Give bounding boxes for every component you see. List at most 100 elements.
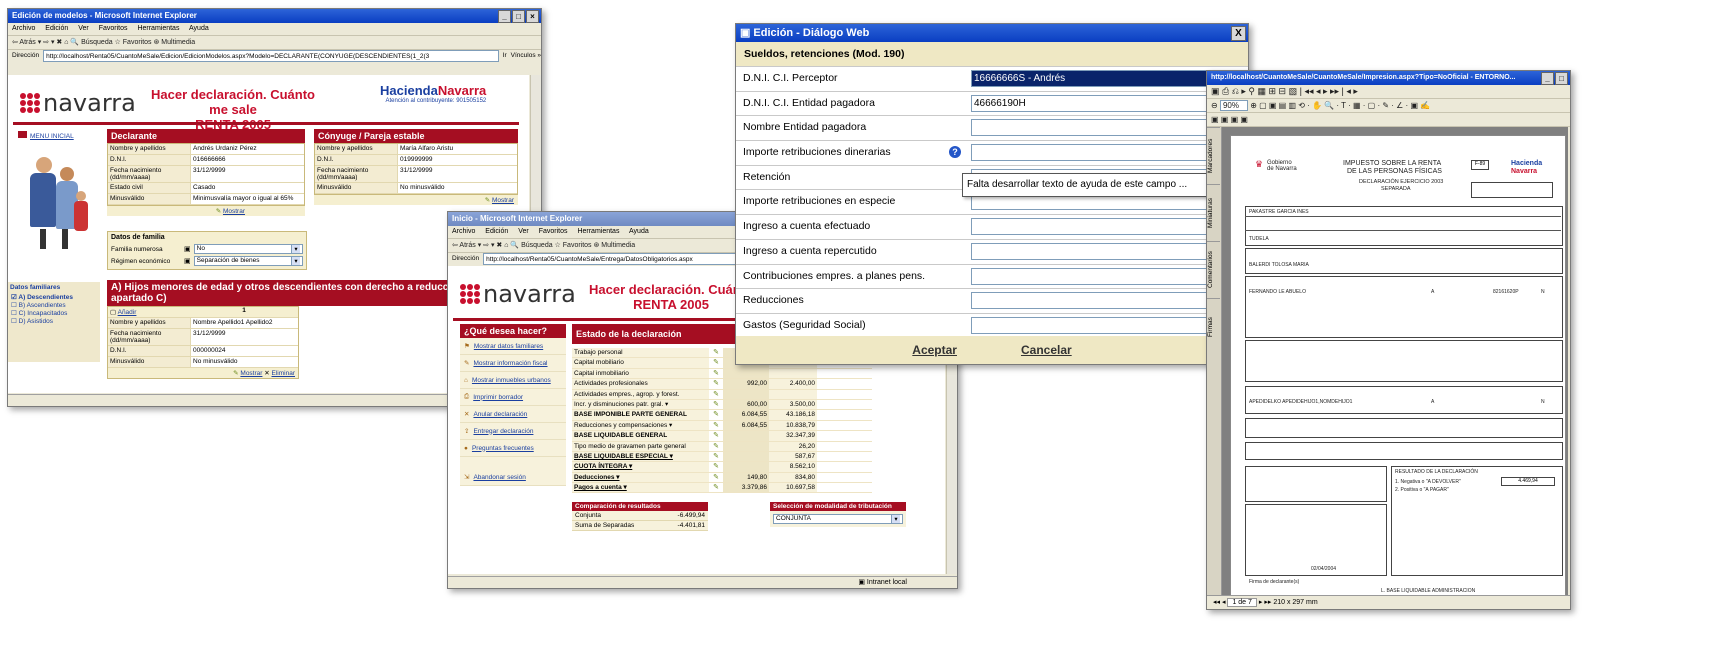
pdf-toolbar-3[interactable]: ▣ ▣ ▣ ▣: [1207, 113, 1570, 127]
table-row: Estado civil Casado: [108, 183, 304, 194]
hijos-eliminar[interactable]: ✕ Eliminar: [264, 370, 295, 377]
menu-inicial-link[interactable]: MENU INICIAL: [18, 131, 74, 140]
row-label: D.N.I.: [108, 155, 191, 165]
side-tab[interactable]: Comentarios: [1207, 241, 1220, 298]
last-page-button[interactable]: ▸▸: [1264, 599, 1271, 606]
dialog-section-header: Sueldos, retenciones (Mod. 190): [736, 42, 1248, 67]
close-button[interactable]: ×: [526, 10, 539, 23]
menu-favoritos[interactable]: Favoritos: [99, 25, 128, 32]
pencil-icon[interactable]: ✎: [709, 483, 723, 492]
help-icon[interactable]: ?: [949, 146, 961, 159]
declarante-mostrar[interactable]: ✎ Mostrar: [107, 206, 305, 216]
close-button[interactable]: X: [1231, 26, 1246, 41]
nav-incapacitados[interactable]: ☐ C) Incapacitados: [8, 309, 100, 317]
field-label: Contribuciones empres. a planes pens.: [736, 264, 967, 289]
side-tab[interactable]: Miniaturas: [1207, 184, 1220, 241]
cancel-button[interactable]: Cancelar: [1021, 343, 1072, 357]
action-item[interactable]: ✎ Mostrar información fiscal: [460, 355, 566, 372]
chevron-down-icon: ▾: [291, 257, 300, 265]
menu-ayuda[interactable]: Ayuda: [629, 228, 649, 235]
table-row: Nombre y apellidos María Alfaro Aristu: [315, 144, 517, 155]
go-button[interactable]: Ir: [503, 50, 507, 62]
action-item[interactable]: ⚑ Mostrar datos familiares: [460, 338, 566, 355]
zoom-in-icon[interactable]: ⊕: [1250, 101, 1257, 110]
anadir-link[interactable]: ▢ Añadir: [108, 307, 190, 317]
modalidad-select[interactable]: CONJUNTA ▾: [773, 514, 903, 524]
zoom-input[interactable]: 90%: [1219, 100, 1248, 111]
navarra-logo: navarra: [20, 89, 136, 117]
menu-edicion[interactable]: Edición: [485, 228, 508, 235]
regimen-economico-select[interactable]: Separación de bienes ▾: [193, 256, 303, 266]
page-indicator[interactable]: 1 de 7: [1227, 598, 1257, 607]
estado-value-a: 3.379,86: [723, 483, 769, 493]
estado-label: Trabajo personal: [572, 348, 709, 358]
estado-value-a: [723, 451, 769, 462]
pencil-icon[interactable]: ✎: [709, 442, 723, 451]
browser-toolbar[interactable]: ⇦ Atrás ▾ ⇨ ▾ ✖ ⌂ 🔍 Búsqueda ☆ Favoritos…: [8, 36, 541, 50]
menu-archivo[interactable]: Archivo: [12, 25, 35, 32]
menu-edicion[interactable]: Edición: [45, 25, 68, 32]
window-title: http://localhost/CuantoMeSale/CuantoMeSa…: [1211, 74, 1516, 81]
familia-numerosa-select[interactable]: No ▾: [193, 244, 303, 254]
maximize-button[interactable]: □: [512, 10, 525, 23]
pencil-icon[interactable]: ✎: [709, 390, 723, 399]
address-bar: Dirección http://localhost/Renta05/Cuant…: [8, 50, 541, 62]
menu-herramientas[interactable]: Herramientas: [577, 228, 619, 235]
conyuge-mostrar[interactable]: ✎ Mostrar: [314, 195, 518, 205]
menu-favoritos[interactable]: Favoritos: [539, 228, 568, 235]
menu-ver[interactable]: Ver: [78, 25, 89, 32]
pencil-icon[interactable]: ✎: [709, 421, 723, 430]
printer-icon: ⎙: [464, 393, 470, 400]
action-item[interactable]: ⎙ Imprimir borrador: [460, 389, 566, 406]
action-item[interactable]: ⇪ Entregar declaración: [460, 423, 566, 440]
side-tab[interactable]: Marcadores: [1207, 127, 1220, 184]
menu-ayuda[interactable]: Ayuda: [189, 25, 209, 32]
action-label: Imprimir borrador: [473, 393, 524, 401]
table-row: Fecha nacimiento (dd/mm/aaaa) 31/12/9999: [108, 166, 304, 183]
table-row: Nombre y apellidos Andrés Urdaniz Pérez: [108, 144, 304, 155]
pencil-icon[interactable]: ✎: [709, 431, 723, 440]
action-item[interactable]: ⌂ Mostrar inmuebles urbanos: [460, 372, 566, 389]
table-row: Nombre y apellidos Nombre Apellido1 Apell…: [108, 318, 298, 329]
pencil-icon[interactable]: ✎: [709, 473, 723, 482]
minimize-button[interactable]: _: [1541, 72, 1554, 85]
menu-herramientas[interactable]: Herramientas: [137, 25, 179, 32]
pencil-icon[interactable]: ✎: [709, 358, 723, 367]
menu-ver[interactable]: Ver: [518, 228, 529, 235]
que-desea-header: ¿Qué desea hacer?: [460, 324, 566, 338]
row-value: 000000024: [191, 346, 298, 356]
pencil-icon[interactable]: ✎: [709, 348, 723, 357]
action-item[interactable]: ✕ Anular declaración: [460, 406, 566, 423]
menu-archivo[interactable]: Archivo: [452, 228, 475, 235]
action-item[interactable]: ⇲ Abandonar sesión: [460, 469, 566, 486]
minimize-button[interactable]: _: [498, 10, 511, 23]
side-tab[interactable]: Firmas: [1207, 298, 1220, 355]
next-page-button[interactable]: ▸: [1259, 599, 1263, 606]
links-button[interactable]: Vínculos »: [511, 50, 541, 62]
zoom-out-icon[interactable]: ⊖: [1211, 101, 1218, 110]
row-label: Fecha nacimiento (dd/mm/aaaa): [108, 166, 191, 182]
pencil-icon[interactable]: ✎: [709, 400, 723, 409]
maximize-button[interactable]: □: [1555, 72, 1568, 85]
estado-label: Reducciones y compensaciones ▾: [572, 420, 709, 431]
action-label: Preguntas frecuentes: [471, 444, 534, 452]
estado-label: Deducciones ▾: [572, 472, 709, 483]
estado-label: Capital inmobiliario: [572, 368, 709, 379]
nav-descendientes[interactable]: ☑ A) Descendientes: [8, 293, 100, 301]
address-input[interactable]: http://localhost/Renta05/CuantoMeSale/Ed…: [43, 50, 499, 62]
pencil-icon[interactable]: ✎: [709, 452, 723, 461]
pencil-icon[interactable]: ✎: [709, 379, 723, 388]
hijos-mostrar[interactable]: ✎ Mostrar: [233, 370, 262, 377]
first-page-button[interactable]: ◂◂: [1213, 599, 1220, 606]
prev-page-button[interactable]: ◂: [1222, 599, 1226, 606]
nav-asistidos[interactable]: ☐ D) Asistidos: [8, 317, 100, 325]
nav-ascendientes[interactable]: ☐ B) Ascendientes: [8, 301, 100, 309]
action-item[interactable]: ● Preguntas frecuentes: [460, 440, 566, 457]
add-icon: ▢: [110, 309, 117, 316]
pencil-icon[interactable]: ✎: [709, 410, 723, 419]
row-value: María Alfaro Aristu: [398, 144, 517, 154]
pdf-toolbar-1[interactable]: ▣ ⎙ ⎌ ▸ ⚲ ▦ ⊞ ⊟ ▧ | ◂◂ ◂ ▸ ▸▸ | ◂ ▸: [1207, 85, 1570, 99]
accept-button[interactable]: Aceptar: [912, 343, 957, 357]
pencil-icon[interactable]: ✎: [709, 462, 723, 471]
pencil-icon[interactable]: ✎: [709, 369, 723, 378]
